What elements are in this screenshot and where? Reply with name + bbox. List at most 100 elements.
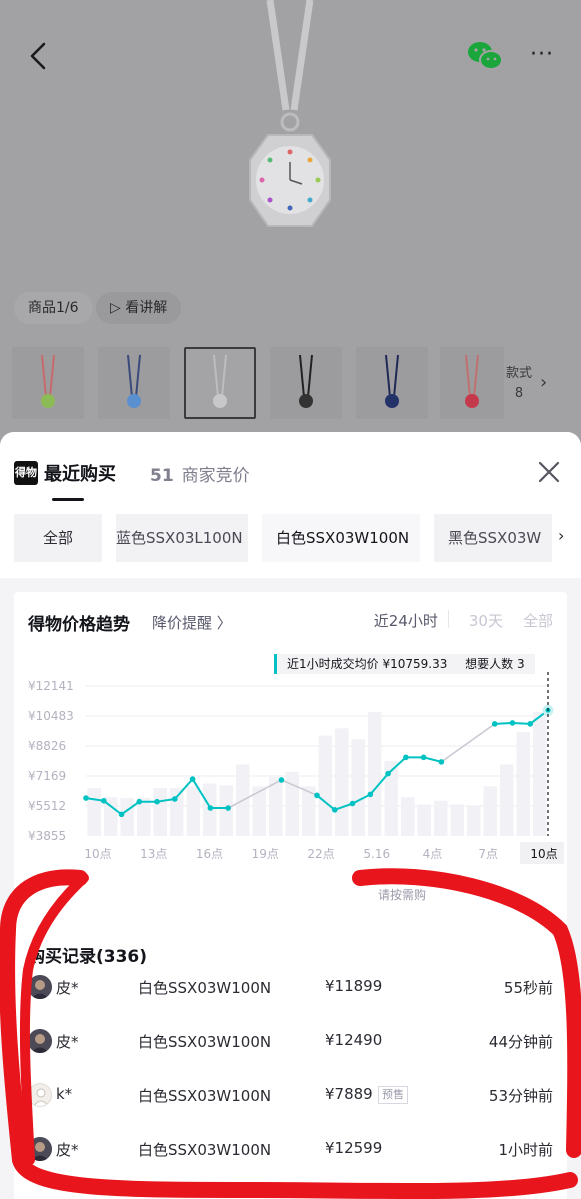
volume-bar: [500, 764, 514, 836]
close-icon[interactable]: [535, 458, 563, 486]
variant-thumbnail[interactable]: [440, 347, 504, 419]
data-point: [118, 811, 125, 818]
y-tick-label: ¥12141: [28, 679, 74, 693]
tab-recent-purchases[interactable]: 最近购买: [44, 460, 116, 486]
data-point: [278, 777, 285, 783]
filter-chip-all[interactable]: 全部: [14, 514, 102, 562]
variant-thumbnail[interactable]: [12, 347, 84, 419]
recent-purchases-sheet: 得物 最近购买 51 商家竞价 全部 蓝色SSX03L100N 白色SSX03W1…: [0, 432, 581, 1199]
tab-merchant-bids[interactable]: 51 商家竞价: [150, 461, 250, 486]
data-point: [491, 721, 498, 727]
time-range-selector: 近24小时 30天 全部: [354, 610, 553, 631]
style-count[interactable]: 款式 8: [506, 364, 532, 404]
style-count-label: 款式: [506, 366, 533, 381]
history-row: 皮* 白色SSX03W100N ¥12490 44分钟前: [14, 1012, 567, 1066]
volume-bar: [434, 800, 448, 836]
video-explain-button[interactable]: ▷ 看讲解: [96, 292, 182, 324]
volume-bar: [120, 798, 134, 836]
volume-bar: [483, 786, 497, 836]
variant-thumbnail[interactable]: [356, 347, 428, 419]
variant-thumbnail-selected[interactable]: [184, 347, 256, 419]
sku-label: 白色SSX03W100N: [138, 1087, 272, 1105]
x-tick-label: 16点: [196, 847, 223, 861]
y-tick-label: ¥8826: [28, 739, 66, 753]
buyer-name: 皮*: [56, 1141, 79, 1159]
history-row: 皮* 白色SSX03W100N ¥11899 55秒前: [14, 958, 567, 1012]
average-price-tooltip: 近1小时成交均价 ¥10759.33 想要人数 3: [274, 654, 535, 674]
filter-chip-blue[interactable]: 蓝色SSX03L100N: [116, 514, 248, 562]
sku-label: 白色SSX03W100N: [138, 1033, 272, 1051]
data-point: [100, 797, 107, 804]
play-icon: ▷: [110, 300, 126, 316]
x-tick-label: 13点: [140, 847, 167, 861]
sale-time: 1小时前: [498, 1141, 553, 1159]
range-30d[interactable]: 30天: [469, 610, 503, 631]
range-24h[interactable]: 近24小时: [374, 610, 438, 631]
buyer-name: 皮*: [56, 979, 79, 997]
volume-bar: [170, 788, 184, 836]
video-explain-label: 看讲解: [125, 300, 168, 316]
volume-bar: [335, 728, 349, 836]
chevron-right-icon[interactable]: ›: [558, 526, 564, 545]
variant-thumbnail[interactable]: [98, 347, 170, 419]
data-point: [509, 720, 516, 726]
x-tick-label: 19点: [252, 847, 279, 861]
filter-chip-black[interactable]: 黑色SSX03W: [434, 514, 552, 562]
wechat-icon[interactable]: [466, 40, 504, 72]
y-tick-label: ¥7169: [28, 769, 66, 783]
chevron-left-icon[interactable]: [22, 38, 54, 74]
data-point: [172, 796, 178, 802]
data-point: [331, 807, 338, 813]
volume-bar: [285, 771, 299, 836]
sale-time: 55秒前: [503, 979, 553, 997]
sale-time: 53分钟前: [488, 1087, 553, 1105]
want-count-label: 想要人数 3: [465, 657, 525, 671]
data-point: [207, 805, 214, 811]
x-tick-label: 10点: [84, 847, 111, 861]
style-count-number: 8: [514, 386, 524, 401]
data-point: [136, 798, 143, 805]
volume-bar: [351, 739, 365, 836]
sale-price: ¥7889: [325, 1085, 373, 1103]
variant-filter-bar: 全部 蓝色SSX03L100N 白色SSX03W100N 黑色SSX03W ›: [0, 502, 581, 578]
page-indicator: 商品1/6: [14, 292, 93, 324]
avg-price-label: 近1小时成交均价 ¥10759.33: [287, 657, 448, 671]
volume-bar: [368, 712, 382, 836]
sheet-header: 得物 最近购买 51 商家竞价: [0, 432, 581, 502]
volume-bar: [87, 788, 101, 836]
avatar: [28, 1029, 52, 1053]
purchase-history: 购买记录(336) 皮* 白色SSX03W100N ¥11899 55秒前 皮*…: [14, 920, 567, 1199]
more-dots-icon[interactable]: ···: [530, 44, 554, 66]
price-drop-alert-link[interactable]: 降价提醒 〉: [152, 612, 232, 633]
volume-bar: [153, 788, 167, 836]
volume-bar: [417, 804, 431, 836]
range-divider: [447, 610, 449, 628]
x-tick-label: 22点: [307, 847, 334, 861]
volume-bar: [450, 804, 464, 836]
y-tick-label: ¥3855: [28, 829, 66, 843]
filter-chip-white[interactable]: 白色SSX03W100N: [262, 514, 420, 562]
price-trend-card: 得物价格趋势 降价提醒 〉 近24小时 30天 全部 近1小时成交均价 ¥107…: [14, 592, 567, 922]
presale-badge: 预售: [378, 1086, 408, 1104]
data-point: [420, 754, 427, 761]
trend-title: 得物价格趋势: [28, 615, 130, 635]
x-tick-label: 4点: [423, 847, 443, 861]
sku-label: 白色SSX03W100N: [138, 1141, 272, 1159]
price-trend-chart[interactable]: ¥12141 ¥10483 ¥8826 ¥7169 ¥5512 ¥3855 10点 13点 16…: [14, 672, 567, 882]
sale-price: ¥11899: [325, 977, 383, 995]
variant-thumbnail[interactable]: [270, 347, 342, 419]
avatar: [28, 975, 52, 999]
bid-label: 商家竞价: [181, 466, 250, 486]
range-all[interactable]: 全部: [523, 610, 553, 631]
chevron-right-icon[interactable]: ›: [540, 372, 547, 393]
data-point: [349, 800, 356, 807]
bid-count: 51: [150, 466, 174, 486]
avatar: [28, 1137, 52, 1161]
data-point: [225, 805, 231, 811]
sku-label: 白色SSX03W100N: [138, 979, 272, 997]
line-gap-segment: [440, 723, 496, 763]
y-tick-label: ¥10483: [28, 709, 74, 723]
buyer-name: k*: [56, 1085, 73, 1103]
volume-bar: [318, 735, 332, 836]
sale-time: 44分钟前: [488, 1033, 553, 1051]
